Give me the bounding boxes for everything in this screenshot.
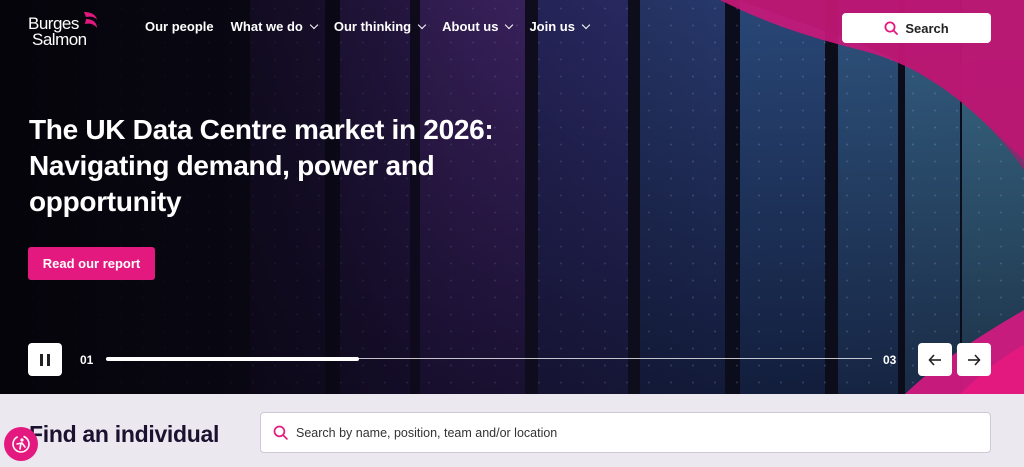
search-button[interactable]: Search (842, 13, 991, 43)
chevron-down-icon (417, 20, 427, 29)
search-icon (273, 425, 288, 440)
next-slide-button[interactable] (957, 343, 991, 376)
nav-item-label: Our thinking (333, 19, 412, 34)
arrow-right-icon (968, 353, 981, 366)
people-search-field[interactable] (260, 412, 991, 453)
logo-mark-icon (84, 12, 97, 28)
hero-headline: The UK Data Centre market in 2026: Navig… (29, 114, 494, 217)
people-search-input[interactable] (296, 425, 946, 440)
total-slides-number: 03 (883, 353, 897, 367)
read-report-button[interactable]: Read our report (28, 247, 155, 280)
pause-icon-bar (47, 353, 50, 366)
logo-text-line2: Salmon (32, 30, 87, 49)
chevron-down-icon (581, 20, 591, 29)
nav-item-our-thinking[interactable]: Our thinking (333, 19, 427, 34)
chevron-down-icon (505, 20, 514, 29)
nav-item-what-we-do[interactable]: What we do (230, 19, 319, 34)
search-button-label: Search (905, 20, 949, 36)
accessibility-icon (12, 435, 30, 453)
pause-button[interactable] (28, 343, 62, 376)
nav-item-label: About us (442, 19, 499, 34)
nav-item-our-people[interactable]: Our people (145, 19, 214, 34)
nav-item-label: Our people (145, 19, 214, 34)
nav-item-label: What we do (230, 19, 303, 34)
main-nav: Our people What we do Our thinking About… (145, 19, 591, 34)
nav-item-label: Join us (529, 19, 575, 34)
accessibility-button[interactable] (4, 427, 38, 461)
previous-slide-button[interactable] (918, 343, 952, 376)
current-slide-number: 01 (80, 353, 94, 367)
pause-icon (40, 353, 43, 366)
site-header: Burges Salmon Our people What we do Our … (0, 0, 1024, 60)
find-individual-title: Find an individual (29, 421, 220, 447)
carousel-progress-fill (106, 356, 359, 361)
nav-item-about-us[interactable]: About us (442, 19, 514, 34)
logo[interactable]: Burges Salmon (28, 10, 114, 52)
carousel-progress (106, 356, 872, 361)
arrow-left-icon (928, 353, 941, 366)
nav-item-join-us[interactable]: Join us (529, 19, 591, 34)
search-icon (884, 21, 899, 35)
chevron-down-icon (309, 20, 319, 29)
